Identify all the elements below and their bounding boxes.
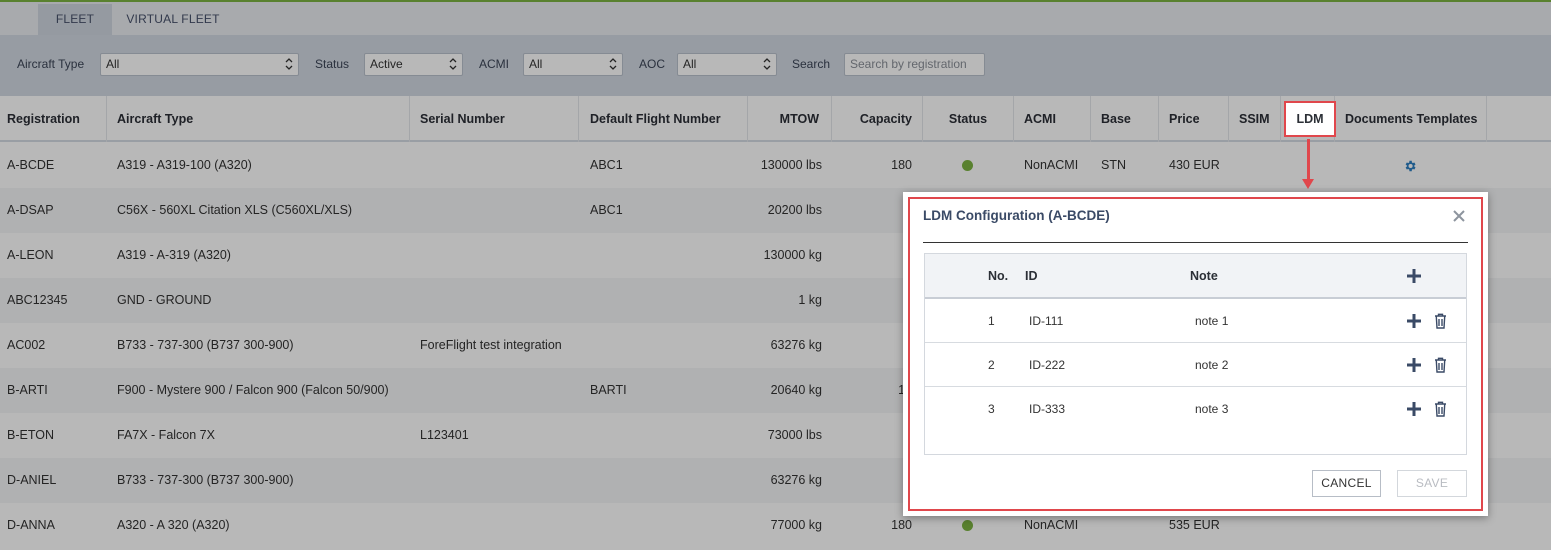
ldm-no: 1 [988, 314, 995, 328]
ldm-row: 2 ID-222 note 2 [925, 343, 1466, 387]
ldm-table: No. ID Note 1 ID-111 note 1 2 ID-222 not… [924, 253, 1467, 455]
dialog-divider [923, 242, 1468, 243]
save-button[interactable]: SAVE [1397, 470, 1467, 497]
trash-icon[interactable] [1434, 401, 1447, 417]
trash-icon[interactable] [1434, 313, 1447, 329]
close-icon[interactable] [1451, 208, 1467, 224]
ldm-row: 3 ID-333 note 3 [925, 387, 1466, 431]
ldm-id: ID-333 [1029, 402, 1066, 416]
dialog-title: LDM Configuration (A-BCDE) [923, 208, 1110, 223]
col-note: Note [1190, 269, 1218, 283]
annotation-arrow-line [1307, 139, 1310, 181]
ldm-no: 2 [988, 358, 995, 372]
trash-icon[interactable] [1434, 357, 1447, 373]
add-icon[interactable] [1406, 313, 1422, 329]
cancel-button[interactable]: CANCEL [1312, 470, 1381, 497]
ldm-note: note 2 [1195, 358, 1229, 372]
add-icon[interactable] [1406, 357, 1422, 373]
ldm-no: 3 [988, 402, 995, 416]
add-icon[interactable] [1406, 268, 1422, 284]
ldm-table-header: No. ID Note [925, 254, 1466, 299]
ldm-row: 1 ID-111 note 1 [925, 299, 1466, 343]
ldm-note: note 3 [1195, 402, 1229, 416]
col-id: ID [1025, 269, 1038, 283]
annotation-arrow-head [1302, 179, 1314, 189]
ldm-note: note 1 [1195, 314, 1229, 328]
ldm-id: ID-222 [1029, 358, 1066, 372]
col-no: No. [988, 269, 1009, 283]
add-icon[interactable] [1406, 401, 1422, 417]
ldm-id: ID-111 [1029, 314, 1064, 328]
ldm-column-highlight: LDM [1284, 101, 1336, 137]
ldm-configuration-dialog: LDM Configuration (A-BCDE) No. ID Note 1… [903, 192, 1488, 516]
